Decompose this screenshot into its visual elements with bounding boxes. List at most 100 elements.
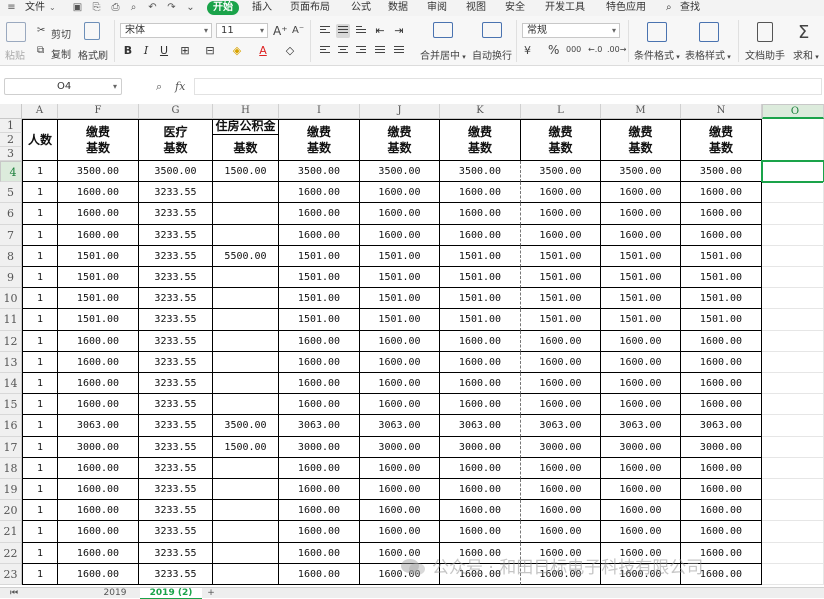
row-header-9[interactable]: 9 [0,267,22,289]
cell-J14[interactable]: 1600.00 [360,373,440,395]
cell-N10[interactable]: 1501.00 [681,288,762,310]
cell-J17[interactable]: 3000.00 [360,436,440,458]
cell-J18[interactable]: 1600.00 [360,457,440,479]
cell-L17[interactable]: 3000.00 [521,436,601,458]
cell-H12[interactable] [213,330,279,352]
indent-decrease-icon[interactable]: ⇤ [373,24,387,38]
row-header-23[interactable]: 23 [0,563,22,585]
cell-K9[interactable]: 1501.00 [440,267,521,289]
column-header-F[interactable]: F [58,104,139,119]
cell-H21[interactable] [213,521,279,543]
column-header-L[interactable]: L [521,104,601,119]
cell-G12[interactable]: 3233.55 [139,330,213,352]
cell-K13[interactable]: 1600.00 [440,351,521,373]
formula-input[interactable] [194,78,822,95]
tab-formulas[interactable]: 公式 [351,1,371,15]
cell-I13[interactable]: 1600.00 [279,351,360,373]
conditional-format-label[interactable]: 条件格式 ▾ [634,47,680,62]
cell-J19[interactable]: 1600.00 [360,479,440,501]
justify-icon[interactable] [373,44,387,58]
cell-G10[interactable]: 3233.55 [139,288,213,310]
cell-J11[interactable]: 1501.00 [360,309,440,331]
cell-K16[interactable]: 3063.00 [440,415,521,437]
cell-I23[interactable]: 1600.00 [279,563,360,585]
cell-F11[interactable]: 1501.00 [58,309,139,331]
cell-A18[interactable]: 1 [22,457,58,479]
format-painter-icon[interactable] [84,22,100,40]
select-all-corner[interactable] [0,104,22,119]
cell-I5[interactable]: 1600.00 [279,182,360,204]
row-header-4[interactable]: 4 [0,161,22,183]
cell-M17[interactable]: 3000.00 [601,436,681,458]
cell-K7[interactable]: 1600.00 [440,224,521,246]
cell-N17[interactable]: 3000.00 [681,436,762,458]
cell-N5[interactable]: 1600.00 [681,182,762,204]
cell-L16[interactable]: 3063.00 [521,415,601,437]
font-size-select[interactable]: 11 ▾ [216,23,268,38]
cell-N20[interactable]: 1600.00 [681,500,762,522]
column-header-A[interactable]: A [22,104,58,119]
cell-M21[interactable]: 1600.00 [601,521,681,543]
cell-I22[interactable]: 1600.00 [279,542,360,564]
cell-F6[interactable]: 1600.00 [58,203,139,225]
cell-L15[interactable]: 1600.00 [521,394,601,416]
name-box[interactable]: O4 ▾ [4,78,122,95]
column-header-J[interactable]: J [360,104,440,119]
cell-H16[interactable]: 3500.00 [213,415,279,437]
row-header-5[interactable]: 5 [0,182,22,204]
cell-N8[interactable]: 1501.00 [681,245,762,267]
cell-I19[interactable]: 1600.00 [279,479,360,501]
cell-A20[interactable]: 1 [22,500,58,522]
doc-assistant-icon[interactable] [757,22,773,42]
decrease-font-icon[interactable]: A⁻ [292,25,304,36]
header-cell-K[interactable]: 缴费 基数 [440,119,521,161]
cell-A16[interactable]: 1 [22,415,58,437]
cell-A12[interactable]: 1 [22,330,58,352]
cell-G8[interactable]: 3233.55 [139,245,213,267]
cell-J4[interactable]: 3500.00 [360,161,440,183]
column-header-G[interactable]: G [139,104,213,119]
cell-G18[interactable]: 3233.55 [139,457,213,479]
cell-F12[interactable]: 1600.00 [58,330,139,352]
cell-A5[interactable]: 1 [22,182,58,204]
cell-A7[interactable]: 1 [22,224,58,246]
sum-label[interactable]: 求和 ▾ [793,47,819,62]
column-header-O[interactable]: O [762,104,824,119]
merge-center-icon[interactable] [433,22,453,38]
merge-cells-icon[interactable]: ⊟ [203,44,217,58]
menu-file[interactable]: 文件 [25,1,45,15]
cell-L11[interactable]: 1501.00 [521,309,601,331]
row-header-17[interactable]: 17 [0,436,22,458]
cell-I17[interactable]: 3000.00 [279,436,360,458]
cell-J10[interactable]: 1501.00 [360,288,440,310]
cell-F13[interactable]: 1600.00 [58,351,139,373]
cell-G5[interactable]: 3233.55 [139,182,213,204]
cell-L4[interactable]: 3500.00 [521,161,601,183]
cell-F17[interactable]: 3000.00 [58,436,139,458]
cell-I8[interactable]: 1501.00 [279,245,360,267]
cell-G9[interactable]: 3233.55 [139,267,213,289]
zoom-formula-icon[interactable]: ⌕ [156,80,162,94]
cell-I10[interactable]: 1501.00 [279,288,360,310]
cell-M8[interactable]: 1501.00 [601,245,681,267]
cell-N15[interactable]: 1600.00 [681,394,762,416]
row-header-16[interactable]: 16 [0,415,22,437]
cell-L9[interactable]: 1501.00 [521,267,601,289]
header-cell-I[interactable]: 缴费 基数 [279,119,360,161]
cell-F23[interactable]: 1600.00 [58,563,139,585]
decrease-decimal-icon[interactable]: .00→ [607,45,626,54]
cell-K4[interactable]: 3500.00 [440,161,521,183]
cell-M15[interactable]: 1600.00 [601,394,681,416]
cell-F18[interactable]: 1600.00 [58,457,139,479]
cell-A21[interactable]: 1 [22,521,58,543]
row-header-2[interactable]: 2 [0,133,22,147]
row-header-19[interactable]: 19 [0,479,22,501]
underline-button[interactable]: U [157,44,171,58]
cell-L8[interactable]: 1501.00 [521,245,601,267]
cut-label[interactable]: 剪切 [51,26,71,41]
cell-K11[interactable]: 1501.00 [440,309,521,331]
cell-I11[interactable]: 1501.00 [279,309,360,331]
cell-A4[interactable]: 1 [22,161,58,183]
align-bottom-icon[interactable] [354,24,368,38]
cell-H10[interactable] [213,288,279,310]
